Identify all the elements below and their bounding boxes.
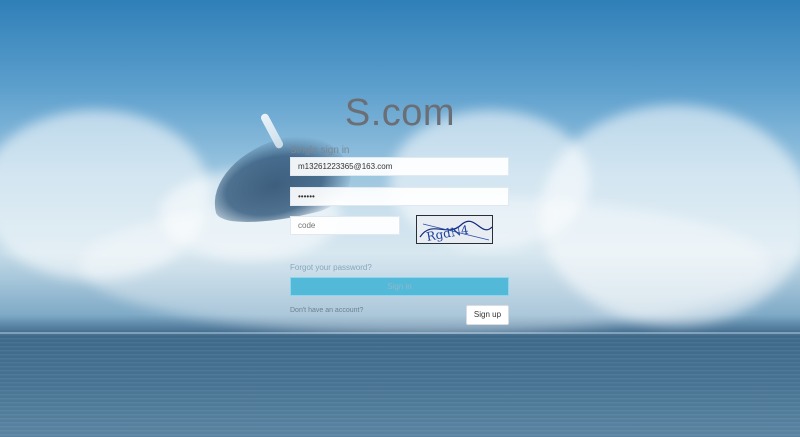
sign-up-button[interactable]: Sign up [466,305,509,325]
email-input[interactable] [290,157,509,176]
background-image [0,0,800,437]
captcha-image[interactable]: RgdN4 [416,215,493,244]
sign-in-button[interactable]: Sign in [290,277,509,296]
no-account-label: Don't have an account? [290,307,364,314]
captcha-input[interactable] [290,216,400,235]
captcha-icon: RgdN4 [417,216,492,243]
forgot-password-link[interactable]: Forgot your password? [290,263,372,272]
site-logo-title: S.com [344,92,456,134]
password-input[interactable] [290,187,509,206]
sea-image [0,334,800,437]
sign-in-heading: Single sign in [290,145,350,156]
